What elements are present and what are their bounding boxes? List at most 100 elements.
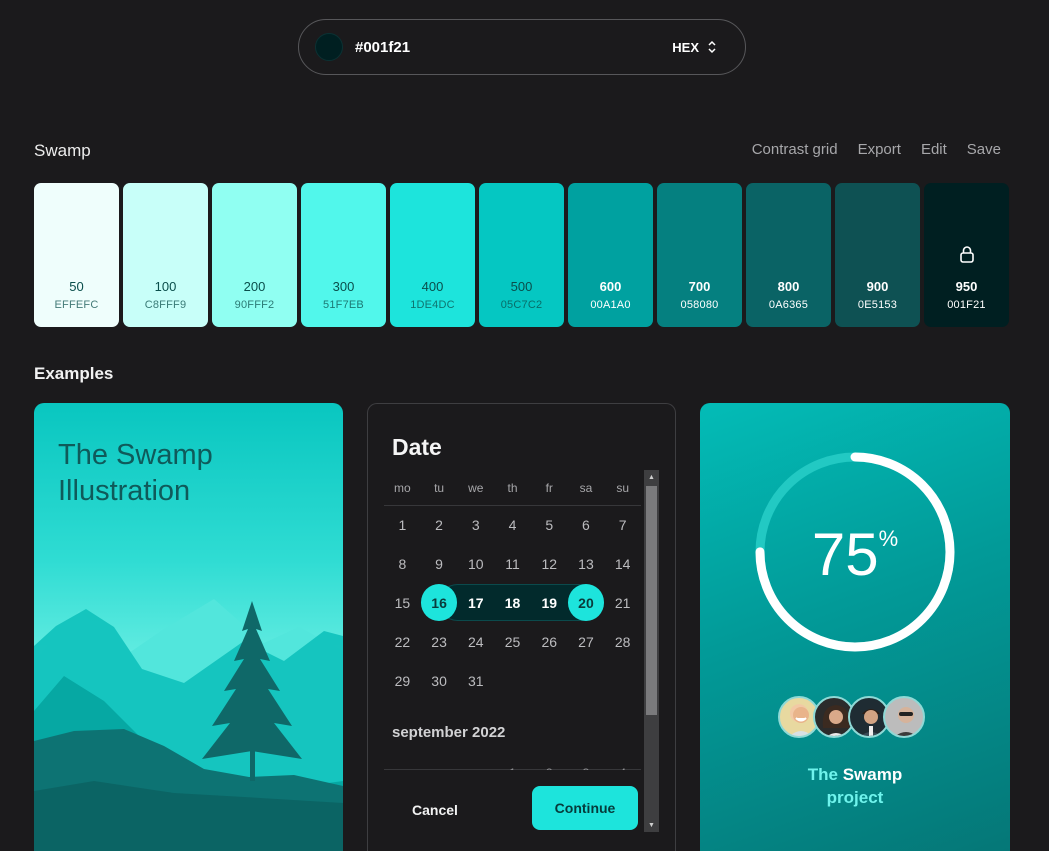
calendar-day[interactable]: 24 — [457, 623, 494, 660]
scroll-down-arrow-icon[interactable]: ▼ — [644, 818, 659, 832]
calendar-day[interactable]: 3 — [457, 506, 494, 543]
calendar-day[interactable]: 26 — [531, 623, 568, 660]
calendar-day[interactable]: 7 — [604, 506, 641, 543]
calendar-day[interactable]: 28 — [604, 623, 641, 660]
color-swatch-dot[interactable] — [315, 33, 343, 61]
calendar-day[interactable]: 27 — [568, 623, 605, 660]
shade-hex-code: 0E5153 — [857, 299, 898, 311]
scrollbar-thumb[interactable] — [646, 486, 657, 715]
edit-button[interactable]: Edit — [921, 141, 947, 158]
export-button[interactable]: Export — [858, 141, 901, 158]
examples-heading: Examples — [34, 364, 114, 383]
shade-step-label: 50 — [69, 279, 84, 294]
calendar-day[interactable]: 6 — [568, 506, 605, 543]
shade-swatch-600[interactable]: 600 00A1A0 — [568, 183, 653, 327]
calendar-day[interactable]: 19 — [531, 584, 568, 621]
calendar-day[interactable]: 23 — [421, 623, 458, 660]
shade-hex-code: 00A1A0 — [590, 299, 631, 311]
calendar-day[interactable]: 10 — [457, 545, 494, 582]
project-suffix-text: project — [826, 788, 884, 807]
calendar-day[interactable]: 2 — [421, 506, 458, 543]
calendar-day[interactable]: 5 — [531, 506, 568, 543]
calendar-empty-cell — [604, 662, 641, 699]
calendar-day[interactable]: 31 — [457, 662, 494, 699]
chevron-updown-icon — [707, 40, 717, 54]
calendar-empty-cell — [568, 662, 605, 699]
shade-hex-code: 0A6365 — [768, 299, 809, 311]
shade-swatch-200[interactable]: 200 90FFF2 — [212, 183, 297, 327]
illustration-title: The Swamp Illustration — [58, 439, 213, 507]
scroll-up-arrow-icon[interactable]: ▲ — [644, 470, 659, 484]
continue-button[interactable]: Continue — [532, 786, 638, 830]
format-label: HEX — [672, 39, 699, 55]
calendar-day[interactable]: 29 — [384, 662, 421, 699]
shade-swatch-300[interactable]: 300 51F7EB — [301, 183, 386, 327]
calendar-day[interactable]: 12 — [531, 545, 568, 582]
shade-hex-code: 51F7EB — [323, 299, 364, 311]
calendar-day[interactable]: 30 — [421, 662, 458, 699]
shade-swatch-950[interactable]: 950 001F21 — [924, 183, 1009, 327]
avatar-4[interactable] — [883, 696, 925, 738]
calendar-day[interactable]: 21 — [604, 584, 641, 621]
progress-percentage: 75% — [700, 520, 1010, 589]
calendar-week-row: 29 30 31 — [384, 661, 641, 700]
shade-swatch-700[interactable]: 700 058080 — [657, 183, 742, 327]
shade-swatch-900[interactable]: 900 0E5153 — [835, 183, 920, 327]
progress-card: 75% The Swamp project — [700, 403, 1010, 851]
calendar-scrollbar[interactable]: ▲ ▼ — [644, 470, 659, 832]
calendar-empty-cell — [531, 662, 568, 699]
shade-step-label: 700 — [688, 279, 711, 294]
calendar-day[interactable]: 16 — [420, 584, 458, 621]
calendar-week-row: 1234567 — [384, 505, 641, 544]
contrast-grid-button[interactable]: Contrast grid — [752, 141, 838, 158]
app-page: #001f21 HEX Swamp Contrast grid Export E… — [0, 0, 1049, 851]
calendar-day[interactable]: 9 — [421, 545, 458, 582]
save-button[interactable]: Save — [967, 141, 1001, 158]
calendar-day[interactable]: 17 — [457, 584, 494, 621]
calendar-day[interactable]: 1 — [384, 506, 421, 543]
shade-step-label: 950 — [955, 279, 978, 294]
shade-step-label: 100 — [154, 279, 177, 294]
shade-hex-code: 001F21 — [947, 299, 986, 311]
format-selector[interactable]: HEX — [672, 40, 717, 55]
weekday-label: mo — [394, 481, 411, 495]
cancel-button[interactable]: Cancel — [412, 802, 458, 818]
hex-input-value[interactable]: #001f21 — [355, 39, 410, 56]
shade-swatch-400[interactable]: 400 1DE4DC — [390, 183, 475, 327]
calendar-day[interactable]: 8 — [384, 545, 421, 582]
shade-step-label: 300 — [332, 279, 355, 294]
project-accent-text: The — [807, 765, 838, 784]
shade-swatch-800[interactable]: 800 0A6365 — [746, 183, 831, 327]
lock-icon[interactable] — [959, 245, 974, 268]
shade-hex-code: 058080 — [680, 299, 719, 311]
weekday-header: mo tu we th fr sa su — [384, 481, 641, 495]
calendar-day[interactable]: 15 — [384, 584, 421, 621]
calendar-day[interactable]: 14 — [604, 545, 641, 582]
calendar-day[interactable]: 13 — [568, 545, 605, 582]
calendar-grid: 1 2 3 4 5 6 7 8 9 10 11 12 13 14 15 16 17 18 19 20 21 22 23 24 2… — [384, 505, 641, 700]
project-name-text: Swamp — [842, 765, 903, 784]
calendar-day[interactable]: 18 — [494, 584, 531, 621]
shade-swatch-100[interactable]: 100 C8FFF9 — [123, 183, 208, 327]
calendar-day[interactable]: 22 — [384, 623, 421, 660]
shade-hex-code: 1DE4DC — [410, 299, 455, 311]
weekday-label: sa — [579, 481, 593, 495]
weekday-label: su — [616, 481, 630, 495]
mountain-landscape-illustration — [34, 599, 343, 851]
shade-step-label: 600 — [599, 279, 622, 294]
shade-swatches: 50 EFFEFC 100 C8FFF9 200 90FFF2 300 51F7EB 400 1D… — [34, 183, 1009, 327]
shade-swatch-500[interactable]: 500 05C7C2 — [479, 183, 564, 327]
calendar-day[interactable]: 4 — [494, 506, 531, 543]
calendar-week-row: 22 23 24 25 26 27 28 — [384, 622, 641, 661]
shade-swatch-50[interactable]: 50 EFFEFC — [34, 183, 119, 327]
next-month-label: september 2022 — [392, 724, 506, 741]
calendar-week-row: 15 16 17 18 19 20 21 — [384, 583, 641, 622]
weekday-label: we — [468, 481, 484, 495]
color-input-bar[interactable]: #001f21 HEX — [298, 19, 746, 75]
calendar-day[interactable]: 25 — [494, 623, 531, 660]
calendar-day[interactable]: 11 — [494, 545, 531, 582]
progress-value: 75 — [811, 521, 879, 588]
palette-name[interactable]: Swamp — [34, 141, 91, 161]
date-picker-footer: Cancel Continue — [368, 770, 643, 851]
calendar-day[interactable]: 20 — [567, 584, 605, 621]
